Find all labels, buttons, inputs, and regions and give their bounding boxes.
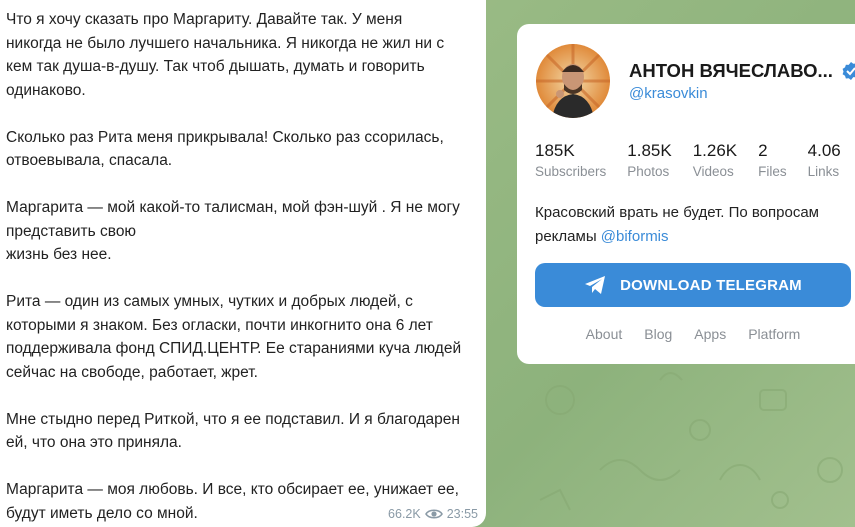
footer-links: About Blog Apps Platform xyxy=(535,326,851,342)
description-mention-link[interactable]: @biformis xyxy=(601,228,669,245)
message-meta: 66.2K 23:55 xyxy=(388,507,478,521)
message-text: Что я хочу сказать про Маргариту. Давайт… xyxy=(6,11,462,522)
stat-label: Subscribers xyxy=(535,164,607,179)
download-telegram-button[interactable]: DOWNLOAD TELEGRAM xyxy=(535,263,851,307)
stat-value: 1.26K xyxy=(692,141,738,160)
link-platform[interactable]: Platform xyxy=(748,326,800,342)
message-time: 23:55 xyxy=(446,507,478,521)
stat-subscribers[interactable]: 185K Subscribers xyxy=(535,141,606,183)
stat-label: Videos xyxy=(692,164,734,179)
stat-files[interactable]: 2 Files xyxy=(758,141,787,183)
stat-videos[interactable]: 1.26K Videos xyxy=(693,141,737,183)
description-text: Красовский врать не будет. По вопросам р… xyxy=(535,204,819,245)
link-apps[interactable]: Apps xyxy=(694,326,726,342)
channel-avatar[interactable] xyxy=(536,44,610,118)
channel-title-text: АНТОН ВЯЧЕСЛАВО... xyxy=(629,60,833,81)
stat-photos[interactable]: 1.85K Photos xyxy=(627,141,671,183)
stat-value: 4.06 xyxy=(807,141,841,160)
channel-stats: 185K Subscribers 1.85K Photos 1.26K Vide… xyxy=(535,141,855,183)
link-about[interactable]: About xyxy=(586,326,623,342)
stat-label: Files xyxy=(758,164,787,179)
channel-title: АНТОН ВЯЧЕСЛАВО... xyxy=(629,60,855,82)
avatar-image xyxy=(536,44,610,118)
eye-icon xyxy=(424,509,443,519)
channel-info-card: АНТОН ВЯЧЕСЛАВО... @krasovkin 185K Subsc… xyxy=(517,24,855,364)
download-telegram-label: DOWNLOAD TELEGRAM xyxy=(620,276,802,294)
channel-message: Что я хочу сказать про Маргариту. Давайт… xyxy=(0,0,486,527)
stat-label: Links xyxy=(807,164,840,179)
telegram-plane-icon xyxy=(585,276,606,294)
channel-username[interactable]: @krasovkin xyxy=(629,85,708,102)
stat-value: 185K xyxy=(535,141,575,160)
view-count: 66.2K xyxy=(388,507,421,521)
stat-value: 2 xyxy=(758,141,768,160)
stat-label: Photos xyxy=(627,164,670,179)
stat-links[interactable]: 4.06 Links xyxy=(808,141,841,183)
stat-value: 1.85K xyxy=(627,141,672,160)
verified-badge-icon xyxy=(842,62,855,80)
link-blog[interactable]: Blog xyxy=(644,326,672,342)
channel-description: Красовский врать не будет. По вопросам р… xyxy=(535,201,855,249)
